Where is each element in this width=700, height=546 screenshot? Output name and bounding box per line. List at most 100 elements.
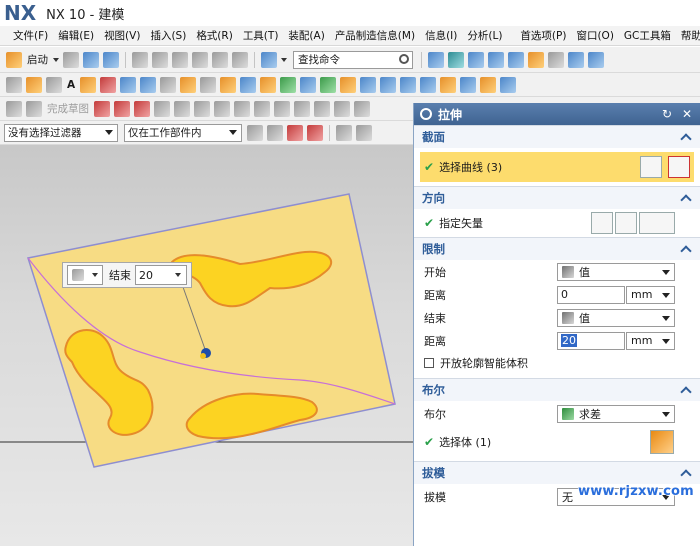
chamfer-sketch-icon[interactable] — [194, 100, 210, 117]
rectangle-select-icon[interactable] — [336, 124, 352, 141]
menu-preferences[interactable]: 首选项(P) — [515, 28, 571, 43]
vector-dialog-button[interactable] — [615, 212, 637, 234]
menu-tools[interactable]: 工具(T) — [238, 28, 284, 43]
copy-icon[interactable] — [152, 51, 168, 68]
boolean-group-header[interactable]: 布尔 — [414, 379, 700, 401]
open-profile-checkbox[interactable] — [424, 358, 434, 368]
repeat-dropdown-icon[interactable] — [281, 57, 287, 62]
rectangle-icon[interactable] — [214, 100, 230, 117]
layer-icon[interactable] — [528, 51, 544, 68]
undo-icon[interactable] — [212, 51, 228, 68]
end-value-input[interactable]: 20 — [135, 265, 187, 285]
end-option-button[interactable] — [67, 265, 103, 285]
menu-insert[interactable]: 插入(S) — [145, 28, 191, 43]
start-button[interactable]: 启动 — [27, 52, 48, 67]
move-face-icon[interactable] — [380, 76, 397, 93]
shaded-icon[interactable] — [468, 51, 484, 68]
menu-analysis[interactable]: 分析(L) — [462, 28, 507, 43]
repeat-command-icon[interactable] — [261, 51, 277, 68]
close-icon[interactable]: ✕ — [680, 107, 694, 121]
general-select-icon[interactable] — [267, 124, 283, 141]
revolve-icon[interactable] — [120, 76, 137, 93]
menu-assembly[interactable]: 装配(A) — [283, 28, 329, 43]
snap-point-icon[interactable] — [247, 124, 263, 141]
direction-group-header[interactable]: 方向 — [414, 187, 700, 209]
curve-select-button[interactable] — [668, 156, 690, 178]
start-unit-select[interactable]: mm — [626, 285, 675, 304]
arc-icon[interactable] — [134, 100, 150, 117]
menu-gc-toolbox[interactable]: GC工具箱 — [619, 28, 676, 43]
end-mode-select[interactable]: 值 — [557, 308, 675, 327]
sketch-dimension-icon[interactable] — [26, 100, 42, 117]
menu-view[interactable]: 视图(V) — [99, 28, 145, 43]
subtract-icon[interactable] — [300, 76, 317, 93]
layout-icon[interactable] — [428, 51, 444, 68]
menu-info[interactable]: 信息(I) — [420, 28, 462, 43]
intersect-icon[interactable] — [320, 76, 337, 93]
vector-type-dropdown[interactable] — [639, 212, 675, 234]
new-file-icon[interactable] — [63, 51, 79, 68]
delete-icon[interactable] — [192, 51, 208, 68]
trim-icon[interactable] — [100, 76, 117, 93]
fillet-icon[interactable] — [174, 100, 190, 117]
point-icon[interactable] — [234, 100, 250, 117]
move-object-icon[interactable] — [480, 76, 497, 93]
redo-icon[interactable] — [232, 51, 248, 68]
limits-group-header[interactable]: 限制 — [414, 238, 700, 260]
background-icon[interactable] — [548, 51, 564, 68]
boolean-select[interactable]: 求差 — [557, 405, 675, 423]
sketch-icon[interactable] — [6, 76, 22, 93]
select-curve-row[interactable]: ✔ 选择曲线 (3) — [420, 152, 694, 182]
open-file-icon[interactable] — [83, 51, 99, 68]
model-view[interactable] — [0, 145, 415, 546]
measure-icon[interactable] — [420, 76, 437, 93]
synchronous-icon[interactable] — [400, 76, 417, 93]
pattern-curve-icon[interactable] — [334, 100, 350, 117]
more-tools-icon[interactable] — [588, 51, 604, 68]
trim-body-icon[interactable] — [340, 76, 357, 93]
point-filter-icon[interactable] — [307, 124, 323, 141]
datum-icon[interactable] — [46, 76, 62, 93]
start-dropdown-icon[interactable] — [53, 57, 59, 62]
unite-icon[interactable] — [280, 76, 297, 93]
command-search-input[interactable]: 查找命令 — [293, 50, 413, 69]
polygon-icon[interactable] — [254, 100, 270, 117]
start-mode-select[interactable]: 值 — [557, 262, 675, 281]
select-body-button[interactable] — [650, 430, 674, 454]
offset-curve-icon[interactable] — [314, 100, 330, 117]
end-unit-select[interactable]: mm — [626, 331, 675, 350]
section-view-icon[interactable] — [508, 51, 524, 68]
edit-feature-icon[interactable] — [460, 76, 477, 93]
menu-format[interactable]: 格式(R) — [191, 28, 238, 43]
analysis-icon[interactable] — [440, 76, 457, 93]
text-tool-icon[interactable]: A — [67, 79, 75, 91]
mirror-curve-icon[interactable] — [354, 100, 370, 117]
reverse-direction-button[interactable] — [591, 212, 613, 234]
gear-icon[interactable] — [420, 108, 432, 120]
edge-blend-icon[interactable] — [200, 76, 217, 93]
profile-icon[interactable] — [94, 100, 110, 117]
pocket-icon[interactable] — [180, 76, 197, 93]
offset-face-icon[interactable] — [360, 76, 377, 93]
curve-tool-icon[interactable] — [80, 76, 97, 93]
menu-edit[interactable]: 编辑(E) — [53, 28, 99, 43]
start-distance-input[interactable]: 0 — [557, 285, 625, 304]
shell-icon[interactable] — [240, 76, 257, 93]
reset-icon[interactable]: ↻ — [660, 107, 674, 121]
menu-file[interactable]: 文件(F) — [8, 28, 53, 43]
snap-view-icon[interactable] — [568, 51, 584, 68]
chamfer-icon[interactable] — [220, 76, 237, 93]
line-icon[interactable] — [114, 100, 130, 117]
ellipse-icon[interactable] — [274, 100, 290, 117]
menu-help[interactable]: 帮助(H) — [676, 28, 700, 43]
paste-icon[interactable] — [172, 51, 188, 68]
start-icon[interactable] — [6, 51, 22, 68]
boss-icon[interactable] — [160, 76, 177, 93]
render-style-icon[interactable] — [448, 51, 464, 68]
component-select-icon[interactable] — [287, 124, 303, 141]
sketch-constraint-icon[interactable] — [6, 100, 22, 117]
spline-icon[interactable] — [294, 100, 310, 117]
pattern-icon[interactable] — [260, 76, 277, 93]
finish-sketch-button[interactable]: 完成草图 — [47, 101, 89, 116]
section-group-header[interactable]: 截面 — [414, 126, 700, 148]
